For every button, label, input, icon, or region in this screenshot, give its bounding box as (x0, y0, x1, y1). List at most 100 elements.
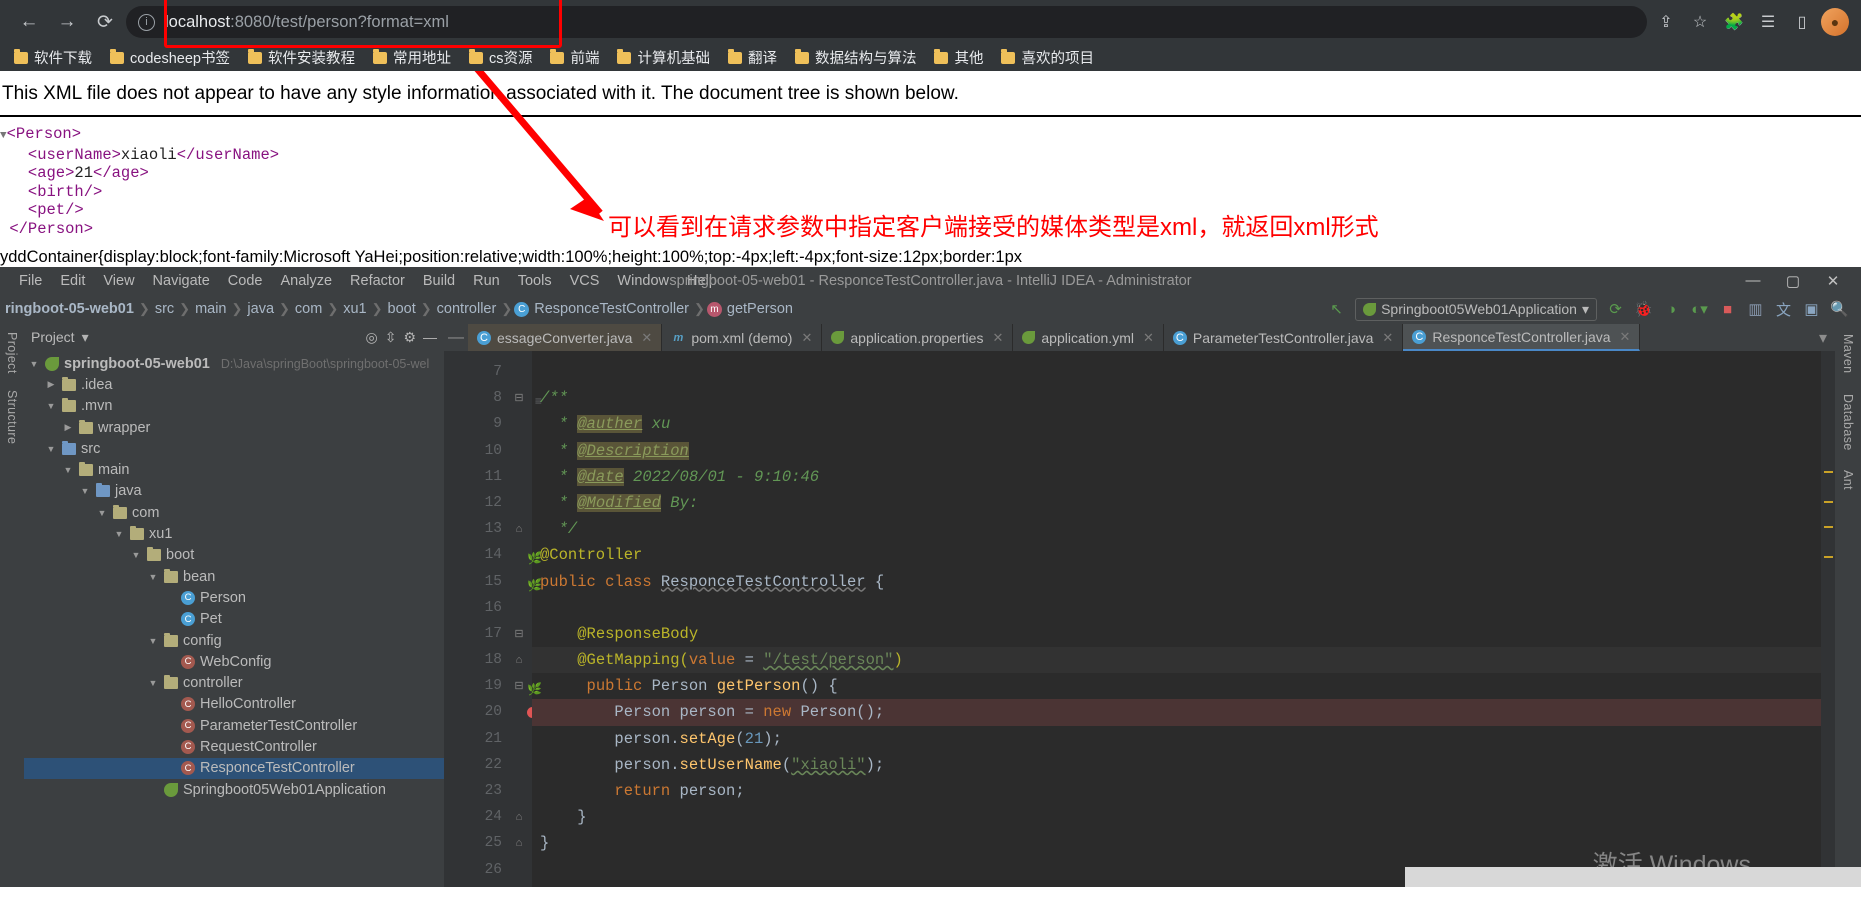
minimize-icon[interactable]: — (1733, 272, 1773, 290)
fold-marker[interactable] (506, 490, 532, 516)
bookmark-item[interactable]: 前端 (542, 45, 607, 70)
tree-row[interactable]: ▼ xu1 (24, 523, 444, 544)
hide-icon[interactable]: — (423, 329, 437, 345)
tree-row[interactable]: ▼ boot (24, 545, 444, 566)
reading-list-icon[interactable]: ☰ (1753, 7, 1783, 37)
fold-marker[interactable] (506, 778, 532, 804)
target-icon[interactable]: ◎ (365, 329, 377, 346)
breadcrumb-controller[interactable]: controller (434, 301, 500, 317)
tab-pom-xml[interactable]: m pom.xml (demo) ✕ (662, 324, 823, 351)
code-line[interactable]: } (532, 830, 1821, 856)
breadcrumb-java[interactable]: java (244, 301, 277, 317)
bookmark-item[interactable]: 软件安装教程 (240, 45, 363, 70)
code-line[interactable] (532, 595, 1821, 621)
maximize-icon[interactable]: ▢ (1773, 272, 1813, 290)
tree-row[interactable]: C Pet (24, 609, 444, 630)
chevron-down-icon[interactable]: ▾ (82, 329, 89, 346)
code-content[interactable]: /** * @auther xu * @Description * @date … (532, 351, 1821, 887)
run-configuration-selector[interactable]: Springboot05Web01Application ▾ (1355, 297, 1597, 321)
expand-arrow-icon[interactable]: ▼ (79, 486, 91, 496)
breadcrumb-method[interactable]: getPerson (724, 301, 796, 317)
tree-row[interactable]: ▶ .idea (24, 374, 444, 395)
collapse-triangle-icon[interactable]: ▼ (0, 130, 7, 142)
chevron-down-icon[interactable]: ▾ (1582, 301, 1589, 318)
fold-marker[interactable] (506, 752, 532, 778)
fold-marker[interactable]: ⌂ (506, 516, 532, 542)
code-line[interactable]: * @date 2022/08/01 - 9:10:46 (532, 464, 1821, 490)
tree-row[interactable]: ▼ bean (24, 566, 444, 587)
bookmark-item[interactable]: 喜欢的项目 (993, 45, 1102, 70)
tree-row-root[interactable]: ▼ springboot-05-web01 D:\Java\springBoot… (24, 353, 444, 374)
tree-row[interactable]: C RequestController (24, 736, 444, 757)
tree-row[interactable]: ▼ com (24, 502, 444, 523)
back-icon[interactable]: ← (12, 5, 46, 39)
settings-icon[interactable]: ⚙ (403, 329, 416, 346)
code-line[interactable]: Person person = new Person(); (532, 699, 1821, 726)
tab-responce-test-controller[interactable]: C ResponceTestController.java ✕ (1403, 324, 1641, 351)
fold-marker[interactable]: ⊟ (506, 385, 532, 411)
site-info-icon[interactable]: i (138, 13, 155, 31)
expand-arrow-icon[interactable]: ▼ (147, 636, 159, 646)
tree-row[interactable]: ▼ controller (24, 672, 444, 693)
tree-row[interactable]: Springboot05Web01Application (24, 779, 444, 800)
menu-run[interactable]: Run (464, 271, 509, 291)
breadcrumb-boot[interactable]: boot (385, 301, 419, 317)
code-line[interactable]: person.setUserName("xiaoli"); (532, 752, 1821, 778)
extensions-icon[interactable]: 🧩 (1719, 7, 1749, 37)
reload-icon[interactable]: ⟳ (88, 5, 122, 39)
code-line[interactable]: */ (532, 516, 1821, 542)
close-icon[interactable]: ✕ (992, 330, 1003, 346)
tree-row[interactable]: ▼ .mvn (24, 396, 444, 417)
expand-arrow-icon[interactable]: ▶ (45, 379, 57, 390)
fold-marker[interactable] (506, 359, 532, 385)
bookmark-item[interactable]: 计算机基础 (609, 45, 718, 70)
expand-arrow-icon[interactable]: ▼ (130, 550, 142, 560)
tree-row[interactable]: ▼ java (24, 481, 444, 502)
breadcrumb-main[interactable]: main (192, 301, 229, 317)
code-line[interactable]: @Controller (532, 542, 1821, 568)
tree-row[interactable]: ▼ main (24, 459, 444, 480)
bookmark-item[interactable]: 其他 (926, 45, 991, 70)
code-line[interactable]: public Person getPerson() { (532, 673, 1821, 699)
fold-marker[interactable] (506, 438, 532, 464)
xml-line[interactable]: ▼<Person> (0, 125, 1861, 146)
code-line[interactable]: return person; (532, 778, 1821, 804)
expand-arrow-icon[interactable]: ▼ (45, 401, 57, 411)
bookmark-item[interactable]: 软件下载 (6, 45, 100, 70)
fold-marker[interactable] (506, 857, 532, 883)
editor-scrollbar[interactable] (1821, 351, 1835, 887)
tab-application-properties[interactable]: application.properties ✕ (822, 324, 1014, 351)
tree-row[interactable]: C WebConfig (24, 651, 444, 672)
search-icon[interactable]: 🔍 (1830, 300, 1849, 318)
expand-arrow-icon[interactable]: ▼ (45, 444, 57, 454)
code-line[interactable]: 💡 @GetMapping(value = "/test/person") (532, 647, 1821, 674)
expand-arrow-icon[interactable]: ▼ (28, 359, 40, 369)
menu-window[interactable]: Window (608, 271, 678, 291)
menu-tools[interactable]: Tools (509, 271, 561, 291)
breadcrumb-project[interactable]: ringboot-05-web01 (2, 301, 137, 317)
bookmark-item[interactable]: 翻译 (720, 45, 785, 70)
close-icon[interactable]: ✕ (641, 330, 652, 346)
fold-marker[interactable]: ⊟ (506, 621, 532, 647)
bookmark-item[interactable]: cs资源 (461, 45, 541, 70)
fold-marker[interactable]: ⌂ (506, 830, 532, 856)
menu-view[interactable]: View (94, 271, 143, 291)
close-icon[interactable]: ✕ (1813, 272, 1853, 290)
code-line[interactable]: @ResponseBody (532, 621, 1821, 647)
breadcrumb-com[interactable]: com (292, 301, 325, 317)
terminal-icon[interactable]: ▣ (1802, 300, 1821, 318)
bookmark-star-icon[interactable]: ☆ (1685, 7, 1715, 37)
menu-edit[interactable]: Edit (51, 271, 94, 291)
sidebar-icon[interactable]: ▯ (1787, 7, 1817, 37)
fold-marker[interactable] (506, 726, 532, 752)
address-bar[interactable]: i localhost:8080/test/person?format=xml (126, 6, 1647, 38)
profiler-icon[interactable]: ◐▾ (1690, 300, 1709, 318)
tree-row[interactable]: ▼ config (24, 630, 444, 651)
share-icon[interactable]: ⇪ (1651, 7, 1681, 37)
tree-row[interactable]: ▼ src (24, 438, 444, 459)
tab-message-converter[interactable]: CessageConverter.java ✕ (468, 324, 663, 351)
tab-application-yml[interactable]: application.yml ✕ (1013, 324, 1164, 351)
tree-row[interactable]: C Person (24, 587, 444, 608)
code-line[interactable]: } (532, 804, 1821, 830)
search-everywhere-icon[interactable]: ↖ (1327, 300, 1346, 318)
